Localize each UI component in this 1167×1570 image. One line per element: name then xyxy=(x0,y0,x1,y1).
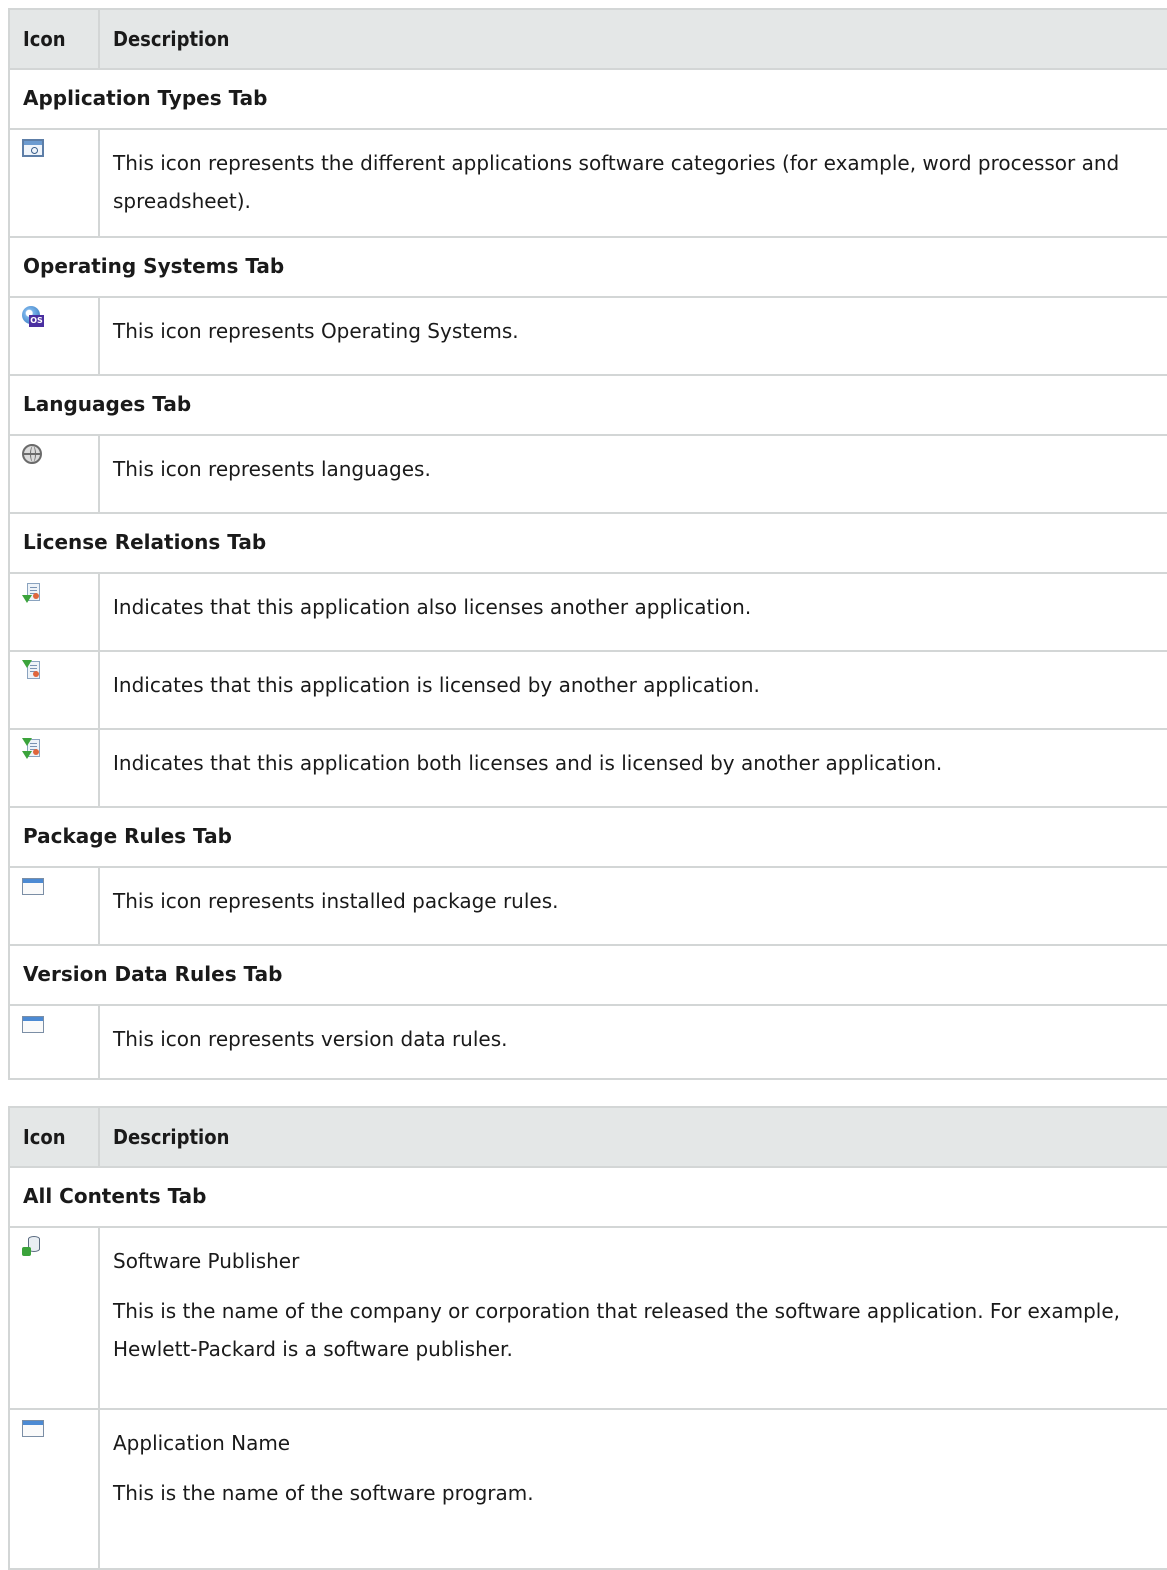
application-type-icon xyxy=(22,139,44,157)
table-row: This icon represents version data rules. xyxy=(8,1004,1167,1080)
window-icon xyxy=(22,1016,44,1033)
table-row: This icon represents the different appli… xyxy=(8,128,1167,238)
software-publisher-icon xyxy=(22,1236,42,1258)
section-title: Operating Systems Tab xyxy=(8,236,1167,298)
table-row: This icon represents languages. xyxy=(8,434,1167,514)
row-description: Indicates that this application also lic… xyxy=(98,572,1167,652)
section-row-languages: Languages Tab xyxy=(8,374,1167,436)
table-row: This icon represents installed package r… xyxy=(8,866,1167,946)
table-row: Indicates that this application is licen… xyxy=(8,650,1167,730)
section-row-license-relations: License Relations Tab xyxy=(8,512,1167,574)
table-row: OS This icon represents Operating System… xyxy=(8,296,1167,376)
table-row: Indicates that this application also lic… xyxy=(8,572,1167,652)
all-contents-icon-table: Icon Description All Contents Tab Softwa… xyxy=(8,1106,1167,1570)
section-title: Languages Tab xyxy=(8,374,1167,436)
section-row-version-data-rules: Version Data Rules Tab xyxy=(8,944,1167,1006)
row-description: This icon represents the different appli… xyxy=(98,128,1167,238)
licenses-another-icon xyxy=(22,582,42,604)
table-header-row: Icon Description xyxy=(8,1106,1167,1168)
icon-column-header: Icon xyxy=(8,8,99,70)
row-description: Indicates that this application is licen… xyxy=(98,650,1167,730)
table-row: Application Name This is the name of the… xyxy=(8,1408,1167,1570)
section-title: All Contents Tab xyxy=(8,1166,1167,1228)
window-icon xyxy=(22,878,44,895)
section-title: Version Data Rules Tab xyxy=(8,944,1167,1006)
row-description: Application Name This is the name of the… xyxy=(98,1408,1167,1570)
section-title: License Relations Tab xyxy=(8,512,1167,574)
row-description: Indicates that this application both lic… xyxy=(98,728,1167,808)
row-text: This is the name of the software program… xyxy=(113,1481,534,1505)
row-text: This is the name of the company or corpo… xyxy=(113,1299,1120,1361)
section-title: Package Rules Tab xyxy=(8,806,1167,868)
description-column-header: Description xyxy=(98,8,1167,70)
globe-icon xyxy=(22,444,42,464)
table-row: Indicates that this application both lic… xyxy=(8,728,1167,808)
window-icon xyxy=(22,1420,44,1437)
row-description: This icon represents Operating Systems. xyxy=(98,296,1167,376)
row-title: Software Publisher xyxy=(113,1249,300,1273)
section-title: Application Types Tab xyxy=(8,68,1167,130)
section-row-package-rules: Package Rules Tab xyxy=(8,806,1167,868)
row-description: This icon represents languages. xyxy=(98,434,1167,514)
licensed-by-another-icon xyxy=(22,660,42,682)
row-description: This icon represents version data rules. xyxy=(98,1004,1167,1080)
row-title: Application Name xyxy=(113,1431,291,1455)
section-row-operating-systems: Operating Systems Tab xyxy=(8,236,1167,298)
description-column-header: Description xyxy=(98,1106,1167,1168)
table-header-row: Icon Description xyxy=(8,8,1167,70)
table-row: Software Publisher This is the name of t… xyxy=(8,1226,1167,1410)
icon-description-table: Icon Description Application Types Tab T… xyxy=(8,8,1167,1080)
row-description: Software Publisher This is the name of t… xyxy=(98,1226,1167,1410)
section-row-application-types: Application Types Tab xyxy=(8,68,1167,130)
licenses-both-icon xyxy=(22,738,42,760)
icon-column-header: Icon xyxy=(8,1106,99,1168)
operating-system-icon: OS xyxy=(22,306,44,328)
section-row-all-contents: All Contents Tab xyxy=(8,1166,1167,1228)
row-description: This icon represents installed package r… xyxy=(98,866,1167,946)
